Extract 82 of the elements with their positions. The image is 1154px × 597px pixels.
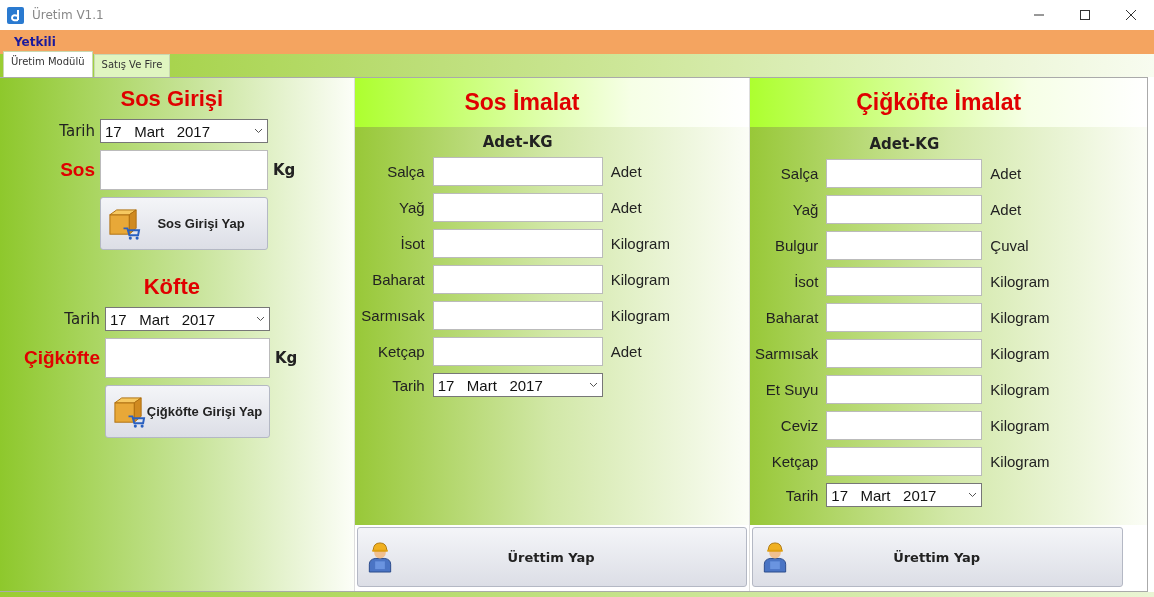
unit-label: Adet bbox=[990, 201, 1023, 218]
unit-label: Kilogram bbox=[990, 453, 1051, 470]
unit-label: Kilogram bbox=[990, 309, 1051, 326]
produce-button[interactable]: Ürettim Yap bbox=[356, 527, 748, 587]
input-field[interactable] bbox=[826, 375, 983, 404]
chevron-down-icon bbox=[968, 492, 978, 498]
submit-button[interactable]: Çiğköfte Girişi Yap bbox=[105, 385, 270, 438]
unit-label: Kilogram bbox=[990, 345, 1051, 362]
date-picker[interactable]: 17 Mart 2017 bbox=[100, 119, 268, 143]
unit-label: Adet bbox=[610, 343, 643, 360]
unit-label: Kilogram bbox=[610, 271, 671, 288]
unit-label: Kg bbox=[273, 161, 297, 179]
tab[interactable]: Satış Ve Fire bbox=[93, 54, 171, 77]
input-field[interactable] bbox=[105, 338, 270, 378]
field-label: Tarih bbox=[391, 376, 425, 394]
date-picker[interactable]: 17 Mart 2017 bbox=[105, 307, 270, 331]
input-field[interactable] bbox=[432, 301, 603, 330]
field-label: Çiğköfte bbox=[23, 347, 100, 369]
unit-label: Çuval bbox=[990, 237, 1030, 254]
field-label: Baharat bbox=[371, 271, 425, 288]
input-field[interactable] bbox=[826, 195, 983, 224]
field-label: Yağ bbox=[791, 201, 819, 218]
field-label: Sos bbox=[59, 159, 95, 181]
date-picker[interactable]: 17 Mart 2017 bbox=[432, 373, 603, 397]
unit-label: Kilogram bbox=[990, 381, 1051, 398]
window-title: Üretim V1.1 bbox=[32, 8, 104, 22]
unit-label: Adet bbox=[610, 163, 643, 180]
field-label: İsot bbox=[793, 273, 819, 290]
field-label: Salça bbox=[779, 165, 819, 182]
field-label: Yağ bbox=[398, 199, 425, 216]
field-label: Ketçap bbox=[770, 453, 819, 470]
menu-item[interactable]: Yetkili bbox=[8, 35, 62, 49]
input-field[interactable] bbox=[826, 411, 983, 440]
section-title: Köfte bbox=[142, 274, 201, 300]
unit-label: Kilogram bbox=[990, 273, 1051, 290]
field-label: Sarmısak bbox=[360, 307, 425, 324]
unit-label: Kilogram bbox=[610, 235, 671, 252]
field-label: Ceviz bbox=[779, 417, 819, 434]
panel-title: Çiğköfte İmalat bbox=[856, 89, 1022, 116]
field-label: Salça bbox=[386, 163, 425, 180]
app-icon bbox=[7, 6, 24, 24]
input-field[interactable] bbox=[826, 267, 983, 296]
box-cart-icon bbox=[107, 206, 141, 241]
input-field[interactable] bbox=[100, 150, 268, 190]
chevron-down-icon bbox=[588, 382, 598, 388]
chevron-down-icon bbox=[256, 316, 265, 322]
field-label: Tarih bbox=[63, 310, 100, 328]
input-field[interactable] bbox=[432, 229, 603, 258]
field-label: Baharat bbox=[764, 309, 819, 326]
field-label: Ketçap bbox=[377, 343, 425, 360]
input-field[interactable] bbox=[432, 157, 603, 186]
unit-label: Adet bbox=[610, 199, 643, 216]
produce-button[interactable]: Ürettim Yap bbox=[752, 527, 1123, 587]
input-field[interactable] bbox=[826, 231, 983, 260]
field-label: Tarih bbox=[784, 486, 819, 504]
field-label: Sarmısak bbox=[754, 345, 819, 362]
field-label: Tarih bbox=[58, 122, 95, 140]
input-field[interactable] bbox=[826, 303, 983, 332]
input-field[interactable] bbox=[826, 339, 983, 368]
input-field[interactable] bbox=[826, 447, 983, 476]
input-field[interactable] bbox=[432, 193, 603, 222]
box-cart-icon bbox=[112, 394, 146, 429]
unit-label: Kg bbox=[275, 349, 299, 367]
unit-label: Adet bbox=[990, 165, 1023, 182]
maximize-icon[interactable] bbox=[1080, 10, 1090, 20]
unit-label: Kilogram bbox=[610, 307, 671, 324]
panel-title: Sos İmalat bbox=[464, 89, 580, 116]
date-picker[interactable]: 17 Mart 2017 bbox=[826, 483, 983, 507]
section-subtitle: Adet-KG bbox=[868, 135, 941, 153]
unit-label: Kilogram bbox=[990, 417, 1051, 434]
chevron-down-icon bbox=[254, 128, 263, 134]
field-label: Et Suyu bbox=[764, 381, 819, 398]
tab[interactable]: Üretim Modülü bbox=[3, 51, 93, 77]
input-field[interactable] bbox=[432, 265, 603, 294]
section-subtitle: Adet-KG bbox=[481, 133, 554, 151]
input-field[interactable] bbox=[432, 337, 603, 366]
field-label: Bulgur bbox=[774, 237, 819, 254]
input-field[interactable] bbox=[826, 159, 983, 188]
submit-button[interactable]: Sos Girişi Yap bbox=[100, 197, 268, 250]
close-icon[interactable] bbox=[1126, 10, 1136, 20]
field-label: İsot bbox=[399, 235, 425, 252]
section-title: Sos Girişi bbox=[119, 86, 225, 112]
